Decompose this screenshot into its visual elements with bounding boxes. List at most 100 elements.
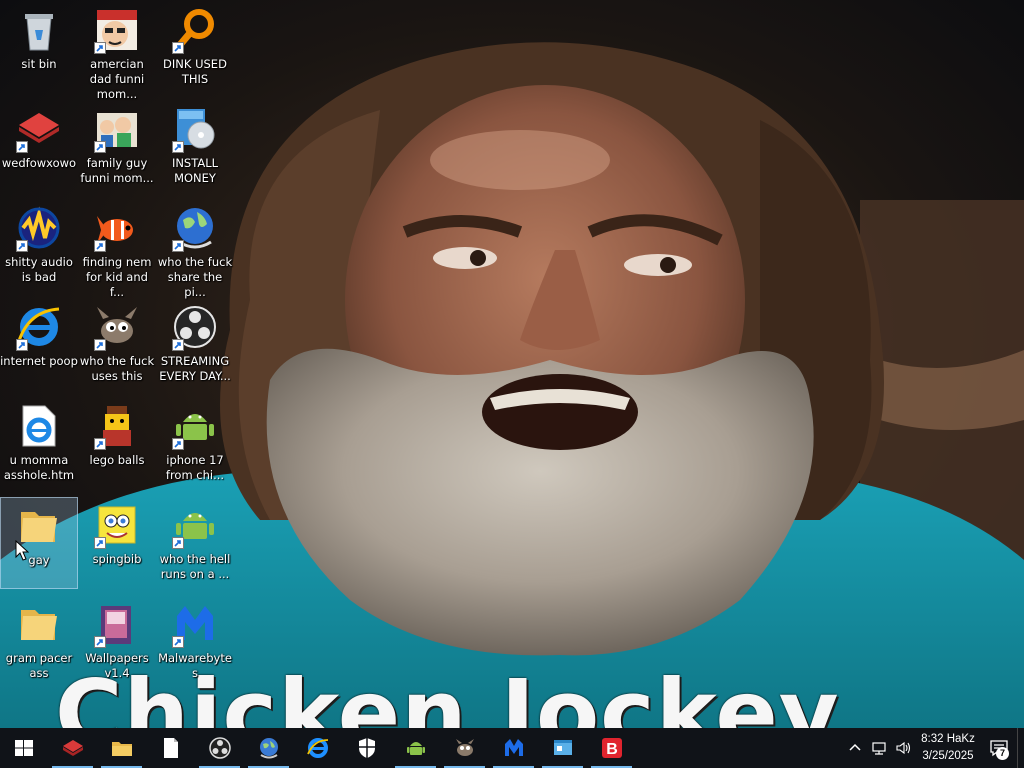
desktop-icon-label: finding nem for kid and f...	[82, 255, 152, 299]
desktop-icon[interactable]: gay	[0, 497, 78, 589]
audio-icon	[15, 204, 63, 252]
desktop-icon[interactable]: finding nem for kid and f...	[78, 200, 156, 299]
desktop-icon[interactable]: who the fuck uses this	[78, 299, 156, 391]
recycle-bin-icon	[15, 6, 63, 54]
shield-icon	[358, 738, 375, 758]
start-button[interactable]	[0, 728, 48, 768]
show-desktop-button[interactable]	[1017, 728, 1024, 768]
desktop-icon-label: who the fuck uses this	[79, 354, 155, 383]
desktop-icon-label: iphone 17 from chi...	[165, 453, 225, 482]
window-icon	[553, 740, 572, 755]
desktop-icon[interactable]: amercian dad funni mom...	[78, 2, 156, 101]
desktop-icon[interactable]: who the hell runs on a ...	[156, 497, 234, 589]
chevron-up-icon	[849, 743, 861, 751]
obs-icon	[171, 303, 219, 351]
volume-button[interactable]	[891, 728, 915, 768]
speaker-icon	[896, 741, 911, 755]
desktop-icon-label: DINK USED THIS	[163, 57, 227, 86]
b-letter-icon: B	[601, 738, 622, 758]
globe-icon	[259, 738, 278, 759]
taskbar-clock[interactable]: 8:32 HaKz 3/25/2025	[915, 731, 981, 765]
shortcut-arrow-icon	[94, 42, 106, 54]
taskbar-app-control-panel[interactable]	[538, 728, 587, 768]
network-icon	[872, 742, 886, 755]
desktop-icon[interactable]: family guy funni mom...	[78, 101, 156, 193]
taskbar-app-android[interactable]	[391, 728, 440, 768]
html-file-icon	[15, 402, 63, 450]
desktop-icon[interactable]: gram pacer ass	[0, 596, 78, 688]
shortcut-arrow-icon	[94, 537, 106, 549]
taskbar-app-gimp[interactable]	[440, 728, 489, 768]
desktop-icon[interactable]: spingbib	[78, 497, 156, 589]
shortcut-arrow-icon	[172, 438, 184, 450]
desktop-icon[interactable]: DINK USED THIS	[156, 2, 234, 94]
shortcut-arrow-icon	[172, 141, 184, 153]
desktop-icon[interactable]: sit bin	[0, 2, 78, 94]
magnifier-icon	[171, 6, 219, 54]
system-tray: 8:32 HaKz 3/25/2025 7	[843, 728, 1024, 768]
clock-time: 8:32 HaKz	[921, 733, 975, 745]
desktop-icon-label: Malwarebytes	[158, 651, 232, 680]
desktop-icon[interactable]: Wallpapers v1.4	[78, 596, 156, 688]
desktop-icon-label: wedfowxowo	[1, 156, 77, 170]
wedfowxowo-icon	[62, 740, 83, 756]
taskbar-app-brave[interactable]: B	[587, 728, 636, 768]
internet-explorer-icon	[15, 303, 63, 351]
notification-count-badge: 7	[996, 747, 1009, 760]
desktop-icon[interactable]: shitty audio is bad	[0, 200, 78, 292]
taskbar: B 8:32 HaKz 3/25/2025 7	[0, 728, 1024, 768]
desktop-icon[interactable]: internet poop	[0, 299, 78, 391]
desktop-icon-label: INSTALL MONEY	[171, 156, 219, 185]
taskbar-app-malwarebytes[interactable]	[489, 728, 538, 768]
desktop-icon[interactable]: who the fuck share the pi...	[156, 200, 234, 299]
desktop-icon-label: Wallpapers v1.4	[85, 651, 149, 680]
desktop-icon-label: STREAMING EVERY DAY...	[159, 354, 231, 383]
wallpapers-book-icon	[93, 600, 141, 648]
desktop-icon-label: family guy funni mom...	[80, 156, 154, 185]
desktop-icon[interactable]: lego balls	[78, 398, 156, 490]
desktop-icon-label: shitty audio is bad	[5, 255, 73, 284]
taskbar-app-obs[interactable]	[195, 728, 244, 768]
desktop-icon-label: lego balls	[89, 453, 145, 467]
wedfowxowo-icon	[15, 105, 63, 153]
desktop-icon[interactable]: Malwarebytes	[156, 596, 234, 688]
network-button[interactable]	[867, 728, 891, 768]
spongebob-icon	[93, 501, 141, 549]
family-guy-icon	[93, 105, 141, 153]
malwarebytes-icon	[171, 600, 219, 648]
shortcut-arrow-icon	[16, 240, 28, 252]
clock-date: 3/25/2025	[922, 750, 974, 762]
install-cd-icon	[171, 105, 219, 153]
desktop-icon-label: spingbib	[92, 552, 142, 566]
taskbar-app-security[interactable]	[342, 728, 391, 768]
desktop-icon-label: amercian dad funni mom...	[89, 57, 145, 101]
taskbar-app-globe[interactable]	[244, 728, 293, 768]
shortcut-arrow-icon	[16, 141, 28, 153]
desktop-icon[interactable]: INSTALL MONEY	[156, 101, 234, 193]
shortcut-arrow-icon	[94, 141, 106, 153]
shortcut-arrow-icon	[94, 339, 106, 351]
folder-icon	[15, 600, 63, 648]
desktop-icon-label: who the fuck share the pi...	[157, 255, 233, 299]
lego-figure-icon	[93, 402, 141, 450]
taskbar-app-file-explorer[interactable]	[97, 728, 146, 768]
malwarebytes-icon	[504, 739, 523, 756]
windows-logo-icon	[15, 740, 33, 756]
show-hidden-icons-button[interactable]	[843, 728, 867, 768]
action-center-button[interactable]: 7	[981, 728, 1017, 768]
desktop-icon-label: gay	[28, 553, 50, 567]
gimp-icon	[93, 303, 141, 351]
desktop-icon[interactable]: iphone 17 from chi...	[156, 398, 234, 490]
desktop-icon[interactable]: STREAMING EVERY DAY...	[156, 299, 234, 391]
folder-icon	[111, 742, 132, 756]
shortcut-arrow-icon	[172, 537, 184, 549]
desktop-icon[interactable]: u momma asshole.htm	[0, 398, 78, 490]
taskbar-app-notepad[interactable]	[146, 728, 195, 768]
desktop-icon[interactable]: wedfowxowo	[0, 101, 78, 193]
desktop-icon-label: sit bin	[21, 57, 57, 71]
shortcut-arrow-icon	[172, 42, 184, 54]
american-dad-icon	[93, 6, 141, 54]
taskbar-app-internet-explorer[interactable]	[293, 728, 342, 768]
desktop-icon-label: who the hell runs on a ...	[159, 552, 231, 581]
taskbar-app-wedfowxowo[interactable]	[48, 728, 97, 768]
